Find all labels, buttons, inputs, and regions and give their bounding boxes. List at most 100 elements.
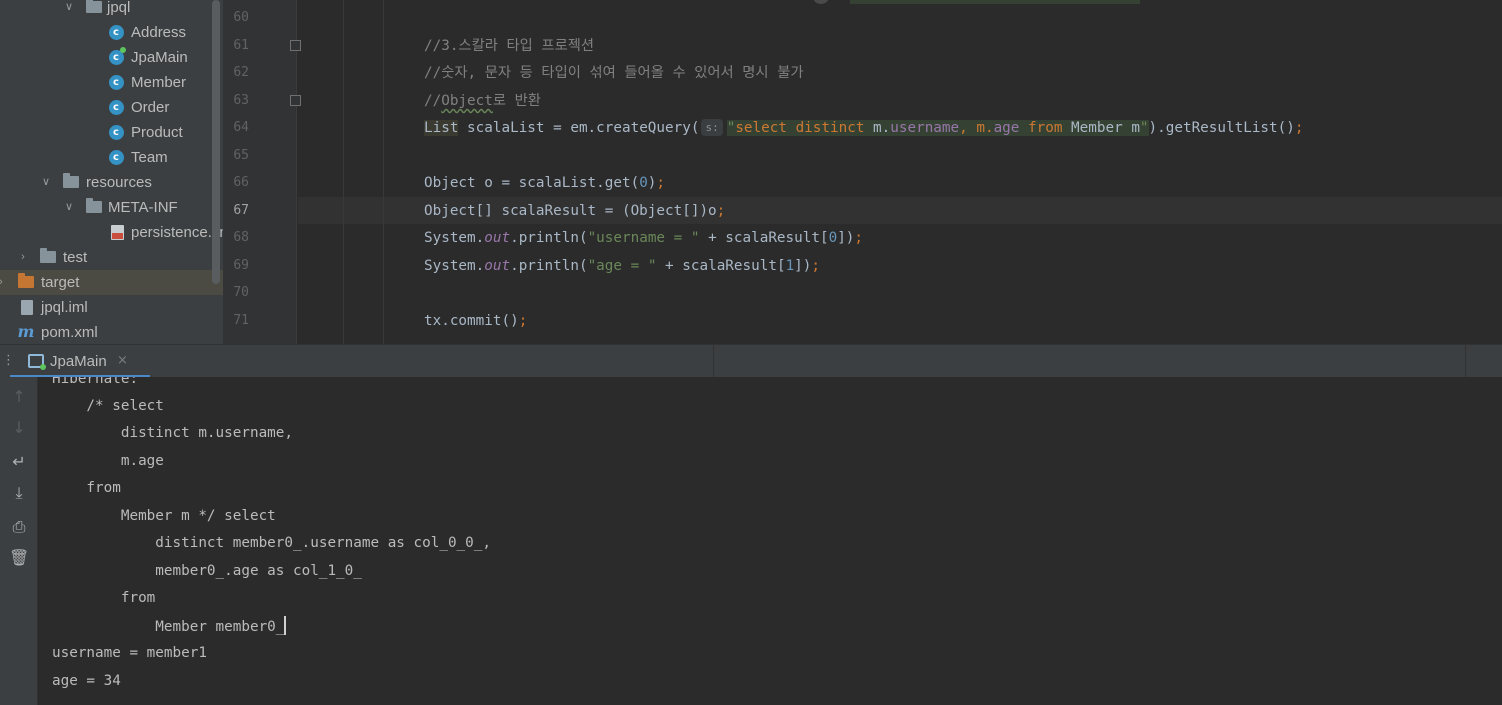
chevron-down-icon[interactable]: ∨ [62, 200, 76, 214]
tree-item-label: jpql.iml [41, 299, 88, 316]
scroll-to-end-icon[interactable]: ⤓ [9, 483, 29, 503]
indent-guide [383, 0, 384, 344]
class-icon: c [108, 99, 124, 115]
code-editor[interactable]: 60 61 62 63 64 65 66 67 68 69 70 71 //3.… [223, 0, 1502, 344]
code-line-67: Object[] scalaResult = (Object[])o; [424, 203, 726, 219]
tree-item-pom-xml[interactable]: m pom.xml [0, 320, 223, 344]
line-number: 69 [233, 258, 249, 273]
tree-item-label: target [41, 274, 80, 291]
inline-hint-badge [813, 0, 829, 4]
tree-item-jpql-iml[interactable]: jpql.iml [0, 295, 223, 320]
line-number: 68 [233, 230, 249, 245]
tab-label: JpaMain [50, 353, 107, 370]
module-file-icon [19, 299, 35, 315]
tree-item-member[interactable]: c Member [0, 70, 223, 95]
code-line-68: System.out.println("username = " + scala… [424, 230, 864, 246]
line-number: 63 [233, 93, 249, 108]
code-line-66: Object o = scalaList.get(0); [424, 175, 666, 191]
tree-item-team[interactable]: c Team [0, 145, 223, 170]
injected-language-highlight [850, 0, 1140, 4]
tree-item-label: pom.xml [41, 324, 98, 341]
close-icon[interactable]: × [117, 353, 128, 368]
print-icon[interactable]: ⎙ [9, 517, 29, 537]
console-line: Member m */ select [52, 508, 276, 524]
tree-item-label: resources [86, 174, 152, 191]
code-line-69: System.out.println("age = " + scalaResul… [424, 258, 820, 274]
tree-scrollbar[interactable] [212, 0, 220, 284]
console-line: Member member0_ [52, 616, 287, 637]
tree-item-target[interactable]: › target [0, 270, 223, 295]
class-icon: c [108, 124, 124, 140]
line-number: 65 [233, 148, 249, 163]
tree-item-jpql[interactable]: ∨ jpql [0, 0, 223, 20]
tree-item-order[interactable]: c Order [0, 95, 223, 120]
parameter-hint: s: [701, 119, 723, 136]
tab-jpamain[interactable]: JpaMain × [10, 345, 150, 378]
tree-item-meta-inf[interactable]: ∨ META-INF [0, 195, 223, 220]
runnable-class-icon: c [108, 47, 126, 65]
up-arrow-icon[interactable]: ↑ [9, 387, 29, 407]
chevron-right-icon[interactable]: › [16, 250, 30, 264]
header-divider [1465, 345, 1466, 378]
console-line: distinct m.username, [52, 425, 294, 441]
console-line: from [52, 480, 121, 496]
text-caret [284, 616, 287, 635]
tree-item-test[interactable]: › test [0, 245, 223, 270]
console-line: username = member1 [52, 645, 207, 661]
class-icon: c [108, 149, 124, 165]
tree-item-label: jpql [107, 0, 131, 16]
tree-item-persistence-xml[interactable]: persistence.xml [0, 220, 223, 245]
class-icon: c [108, 24, 124, 40]
line-number: 64 [233, 120, 249, 135]
line-number: 62 [233, 65, 249, 80]
line-number: 66 [233, 175, 249, 190]
tree-item-jpamain[interactable]: c JpaMain [0, 45, 223, 70]
run-toolbar: ↑ ↓ ↵ ⤓ ⎙ 🗑 [0, 377, 38, 705]
trash-icon[interactable]: 🗑 [9, 548, 29, 568]
fold-marker-icon[interactable] [290, 40, 301, 51]
line-number: 60 [233, 10, 249, 25]
tree-item-label: Member [131, 74, 187, 91]
package-folder-icon [86, 0, 102, 15]
tree-item-label: persistence.xml [131, 224, 223, 241]
chevron-right-icon[interactable]: › [0, 275, 8, 289]
line-number-current: 67 [233, 203, 249, 218]
tree-item-label: Order [131, 99, 170, 116]
run-config-icon [28, 354, 46, 370]
soft-wrap-icon[interactable]: ↵ [9, 452, 29, 472]
console-output[interactable]: Hibernate: /* select distinct m.username… [38, 377, 1502, 705]
tree-item-resources[interactable]: ∨ resources [0, 170, 223, 195]
tree-item-label: META-INF [108, 199, 178, 216]
folder-icon [40, 248, 56, 265]
console-line: member0_.age as col_1_0_ [52, 563, 371, 579]
tree-item-label: Address [131, 24, 187, 41]
code-line-61: //3.스칼라 타입 프로젝션 [424, 38, 595, 54]
code-line-62: //숫자, 문자 등 타입이 섞여 들어올 수 있어서 명시 불가 [424, 65, 804, 81]
console-line: age = 34 [52, 673, 121, 689]
fold-marker-icon[interactable] [290, 95, 301, 106]
run-tool-window-header: ⋮ JpaMain × [0, 344, 1502, 378]
project-tree: ∨ jpql c Address c JpaMain c Member c Or… [0, 0, 223, 344]
code-line-63: //Object로 반환 [424, 93, 541, 109]
console-line: m.age [52, 453, 173, 469]
tree-item-label: test [63, 249, 88, 266]
console-line: /* select [52, 398, 164, 414]
class-icon: c [108, 74, 124, 90]
line-number-gutter: 60 61 62 63 64 65 66 67 68 69 70 71 [223, 0, 301, 344]
tree-item-label: JpaMain [131, 49, 188, 66]
tree-item-label: Team [131, 149, 168, 166]
console-line: Hibernate: [52, 377, 139, 387]
tree-item-product[interactable]: c Product [0, 120, 223, 145]
down-arrow-icon[interactable]: ↓ [9, 418, 29, 438]
excluded-folder-icon [18, 273, 34, 290]
tree-item-address[interactable]: c Address [0, 20, 223, 45]
chevron-down-icon[interactable]: ∨ [39, 175, 53, 189]
header-divider [713, 345, 714, 378]
folder-icon [86, 198, 102, 215]
console-line: distinct member0_.username as col_0_0_, [52, 535, 491, 551]
line-number: 71 [233, 313, 249, 328]
code-line-64: List scalaList = em.createQuery(s: "selec… [424, 119, 1304, 136]
resources-folder-icon [63, 173, 79, 190]
code-line-71: tx.commit(); [424, 313, 528, 329]
chevron-down-icon[interactable]: ∨ [62, 0, 76, 14]
